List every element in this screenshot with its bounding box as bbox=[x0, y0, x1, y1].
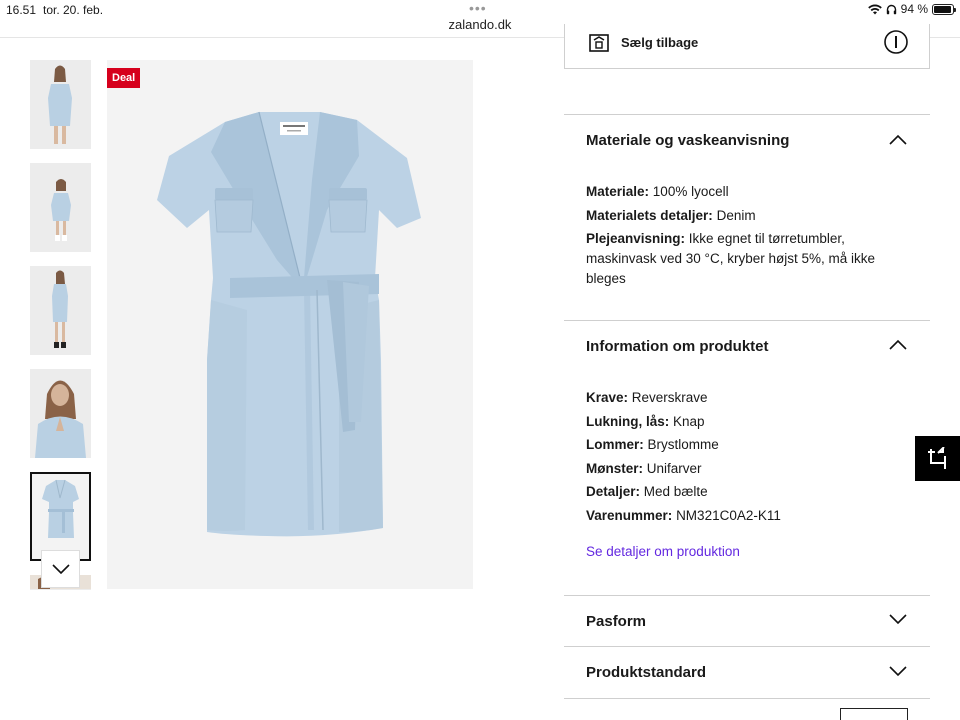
chevron-up-icon[interactable] bbox=[888, 133, 908, 147]
deal-badge: Deal bbox=[107, 68, 141, 88]
multitasking-dots-icon[interactable]: ••• bbox=[469, 0, 487, 16]
attribute-value: Med bælte bbox=[643, 484, 708, 499]
attribute-value: Unifarver bbox=[646, 461, 702, 476]
attribute-value: Knap bbox=[673, 414, 705, 429]
section-title-material[interactable]: Materiale og vaskeanvisning bbox=[586, 132, 789, 149]
wifi-icon bbox=[867, 4, 882, 14]
thumbnail-1[interactable] bbox=[30, 60, 91, 149]
attribute-key: Mønster: bbox=[586, 461, 643, 476]
section-title-info[interactable]: Information om produktet bbox=[586, 338, 769, 355]
attribute-key: Varenummer: bbox=[586, 508, 673, 523]
attribute-row: Materiale: 100% lyocell bbox=[586, 182, 906, 202]
partial-button[interactable] bbox=[840, 708, 908, 720]
attribute-key: Plejeanvisning: bbox=[586, 231, 686, 246]
store-icon bbox=[589, 34, 609, 52]
date: tor. 20. feb. bbox=[43, 3, 104, 17]
attribute-value: 100% lyocell bbox=[652, 184, 729, 199]
battery-icon bbox=[932, 3, 956, 15]
battery-percent: 94 % bbox=[900, 2, 928, 16]
divider bbox=[564, 114, 930, 115]
attribute-row: Mønster: Unifarver bbox=[586, 459, 906, 479]
attribute-key: Materialets detaljer: bbox=[586, 208, 713, 223]
product-main-image[interactable] bbox=[107, 60, 473, 589]
divider bbox=[564, 320, 930, 321]
thumbnail-5[interactable] bbox=[30, 472, 91, 561]
chevron-down-icon[interactable] bbox=[888, 664, 908, 678]
chevron-down-icon bbox=[51, 564, 70, 574]
attribute-key: Lommer: bbox=[586, 437, 644, 452]
sell-back-box[interactable]: Sælg tilbage bbox=[564, 24, 930, 69]
attribute-row: Lommer: Brystlomme bbox=[586, 435, 906, 455]
thumbnail-strip bbox=[30, 60, 91, 590]
crop-compare-icon bbox=[927, 446, 946, 469]
attribute-key: Lukning, lås: bbox=[586, 414, 670, 429]
attribute-key: Materiale: bbox=[586, 184, 650, 199]
attribute-value: Denim bbox=[716, 208, 756, 223]
divider bbox=[564, 698, 930, 699]
status-icons: 94 % bbox=[867, 2, 956, 16]
dress-image bbox=[107, 60, 473, 589]
thumbnail-scroll-down-button[interactable] bbox=[41, 550, 80, 588]
attribute-row: Lukning, lås: Knap bbox=[586, 412, 906, 432]
section-title-fit[interactable]: Pasform bbox=[586, 613, 646, 630]
sell-back-label: Sælg tilbage bbox=[621, 35, 699, 50]
attribute-row: Plejeanvisning: Ikke egnet til tørretumb… bbox=[586, 229, 906, 289]
divider bbox=[564, 646, 930, 647]
chevron-down-icon[interactable] bbox=[888, 612, 908, 626]
clock: 16.51 bbox=[6, 3, 37, 17]
thumbnail-3[interactable] bbox=[30, 266, 91, 355]
thumbnail-4[interactable] bbox=[30, 369, 91, 458]
attribute-row: Materialets detaljer: Denim bbox=[586, 206, 906, 226]
thumbnail-2[interactable] bbox=[30, 163, 91, 252]
info-icon[interactable] bbox=[883, 29, 909, 55]
attribute-row: Varenummer: NM321C0A2-K11 bbox=[586, 506, 906, 526]
compare-floating-button[interactable] bbox=[915, 436, 960, 481]
attribute-row: Detaljer: Med bælte bbox=[586, 482, 906, 502]
attribute-value: NM321C0A2-K11 bbox=[676, 508, 781, 523]
attribute-row: Krave: Reverskrave bbox=[586, 388, 906, 408]
divider bbox=[564, 595, 930, 596]
headphones-icon bbox=[886, 4, 896, 14]
production-details-link[interactable]: Se detaljer om produktion bbox=[586, 544, 740, 559]
attribute-value: Reverskrave bbox=[631, 390, 708, 405]
attribute-key: Krave: bbox=[586, 390, 629, 405]
attribute-key: Detaljer: bbox=[586, 484, 641, 499]
chevron-up-icon[interactable] bbox=[888, 338, 908, 352]
section-title-standard[interactable]: Produktstandard bbox=[586, 664, 706, 681]
attribute-value: Brystlomme bbox=[647, 437, 719, 452]
